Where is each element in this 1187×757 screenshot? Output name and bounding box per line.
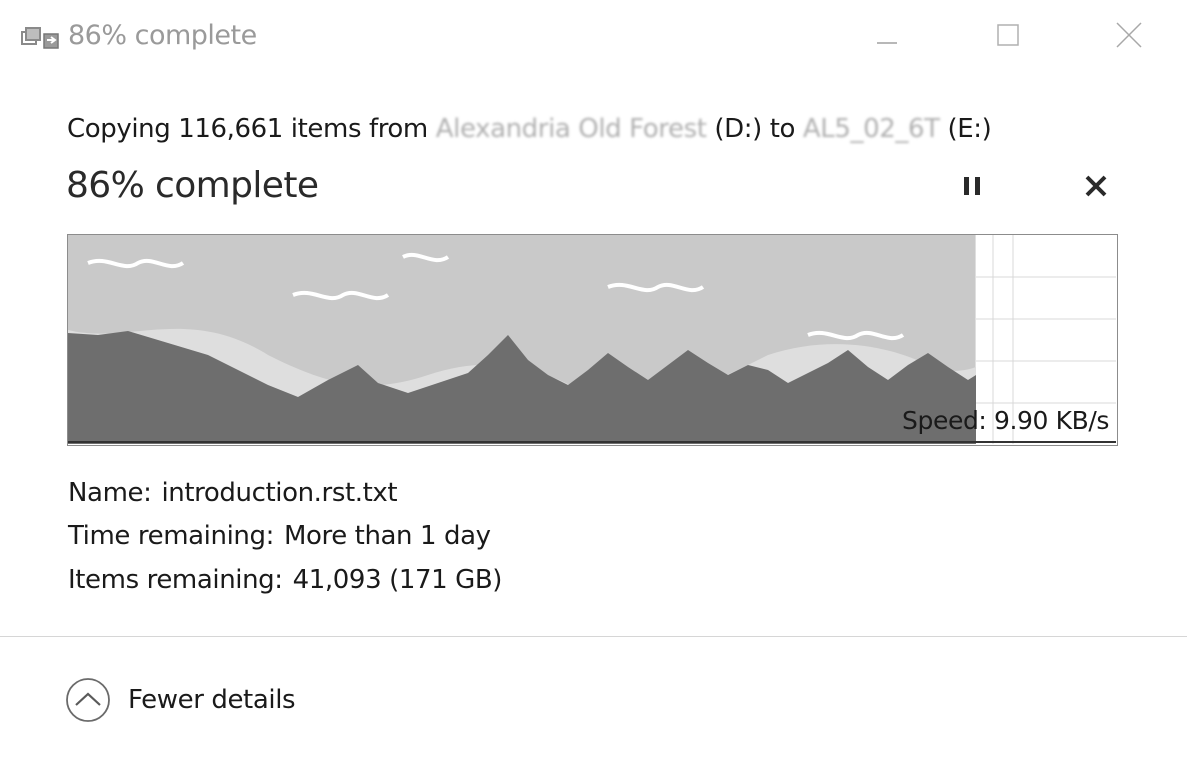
fewer-details-button[interactable]: Fewer details [64,675,296,725]
detail-name: Name: introduction.rst.txt [68,478,398,508]
file-copy-icon [20,26,60,52]
maximize-icon [995,22,1021,52]
source-link[interactable]: Alexandria Old Forest [436,114,707,144]
title-bar: 86% complete [0,0,1187,78]
copy-prefix: Copying 116,661 items from [67,114,436,144]
window-title: 86% complete [68,20,257,51]
items-remaining-value: 41,093 (171 GB) [292,565,503,595]
name-value: introduction.rst.txt [161,478,398,508]
detail-items-remaining: Items remaining: 41,093 (171 GB) [68,565,502,595]
close-icon [1114,20,1144,54]
progress-title: 86% complete [66,165,319,206]
pause-icon [961,174,983,202]
source-drive: (D:) to [706,114,803,144]
cancel-button[interactable] [1076,168,1116,208]
close-button[interactable] [1104,14,1154,60]
time-remaining-label: Time remaining: [68,521,274,551]
transfer-speed-graph: Speed: 9.90 KB/s [67,234,1118,446]
destination-link[interactable]: AL5_02_6T [803,114,940,144]
maximize-button[interactable] [983,14,1033,60]
footer-divider [0,636,1187,637]
minimize-button[interactable] [862,14,912,60]
items-remaining-label: Items remaining: [68,565,283,595]
detail-time-remaining: Time remaining: More than 1 day [68,521,491,551]
fewer-details-label: Fewer details [128,685,296,715]
destination-drive: (E:) [939,114,992,144]
pause-button[interactable] [952,168,992,208]
cancel-icon [1084,174,1108,202]
copy-summary: Copying 116,661 items from Alexandria Ol… [67,114,992,144]
chevron-up-icon [64,676,112,724]
minimize-icon [875,23,899,51]
time-remaining-value: More than 1 day [283,521,491,551]
speed-label: Speed: 9.90 KB/s [902,406,1109,435]
name-label: Name: [68,478,152,508]
copy-progress-dialog: 86% complete Copying 116,661 items from … [0,0,1187,757]
